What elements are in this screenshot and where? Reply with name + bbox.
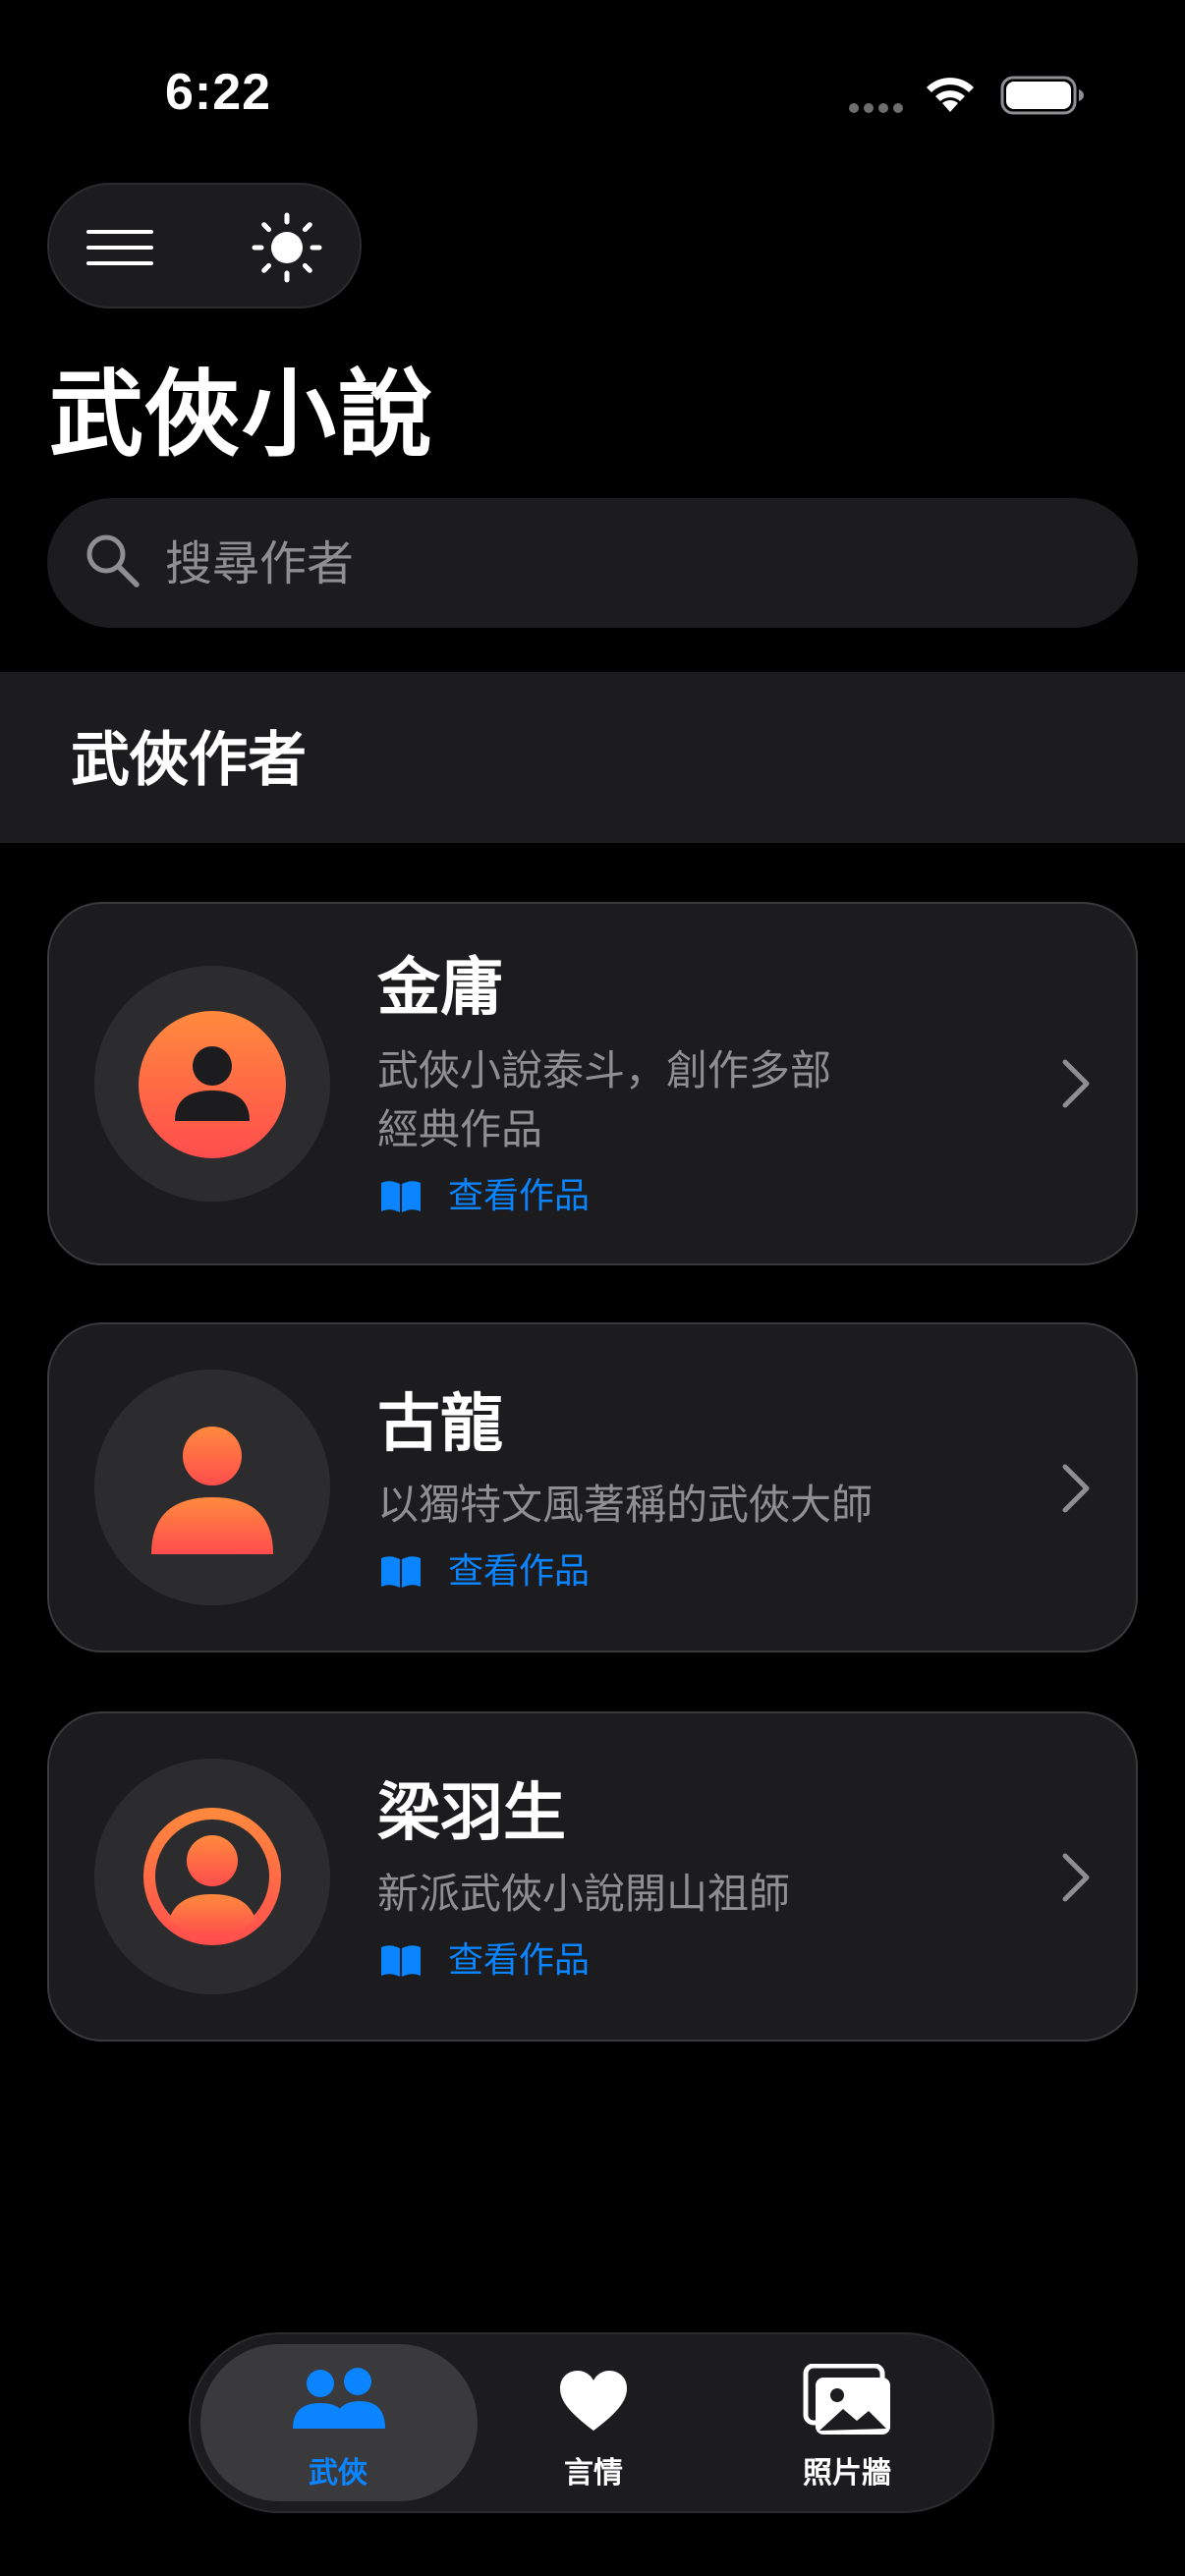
heart-icon — [560, 2371, 627, 2431]
author-description-line: 新派武俠小說開山祖師 — [377, 1870, 791, 1918]
person-icon — [151, 1427, 273, 1554]
chevron-right-icon — [1062, 1853, 1090, 1902]
view-works-label: 查看作品 — [448, 1176, 591, 1216]
author-name: 金庸 — [377, 952, 503, 1025]
book-icon — [381, 1556, 421, 1588]
chevron-right-icon — [1062, 1464, 1090, 1513]
book-icon — [381, 1945, 421, 1977]
chevron-right-icon — [1062, 1059, 1090, 1108]
search-icon — [86, 534, 140, 588]
view-works-link[interactable]: 查看作品 — [379, 1937, 590, 1985]
status-time: 6:22 — [165, 64, 272, 121]
search-input[interactable] — [163, 521, 1051, 607]
tab-label-photo-wall: 照片牆 — [803, 2456, 891, 2491]
tab-label-romance: 言情 — [564, 2456, 623, 2491]
sun-icon[interactable] — [252, 212, 322, 283]
photos-icon — [803, 2364, 890, 2435]
author-description-line: 經典作品 — [377, 1105, 543, 1153]
author-description-line: 武俠小說泰斗，創作多部 — [377, 1046, 832, 1094]
hamburger-menu-icon[interactable] — [86, 228, 153, 267]
person-crop-circle-icon — [143, 1808, 281, 1945]
battery-icon — [1000, 76, 1084, 115]
view-works-link[interactable]: 查看作品 — [379, 1548, 590, 1596]
page-title: 武俠小說 — [49, 360, 434, 470]
people-icon — [293, 2368, 385, 2429]
wifi-icon — [927, 78, 974, 112]
book-icon — [381, 1181, 421, 1212]
person-circle-icon — [139, 1011, 286, 1158]
author-name: 梁羽生 — [377, 1777, 566, 1850]
view-works-label: 查看作品 — [448, 1940, 591, 1981]
section-title: 武俠作者 — [71, 726, 307, 795]
view-works-link[interactable]: 查看作品 — [379, 1173, 590, 1220]
view-works-label: 查看作品 — [448, 1551, 591, 1592]
author-description-line: 以獨特文風著稱的武俠大師 — [377, 1481, 874, 1529]
author-name: 古龍 — [377, 1388, 503, 1461]
cellular-signal-icon — [849, 103, 903, 113]
tab-label-wuxia: 武俠 — [309, 2456, 367, 2491]
